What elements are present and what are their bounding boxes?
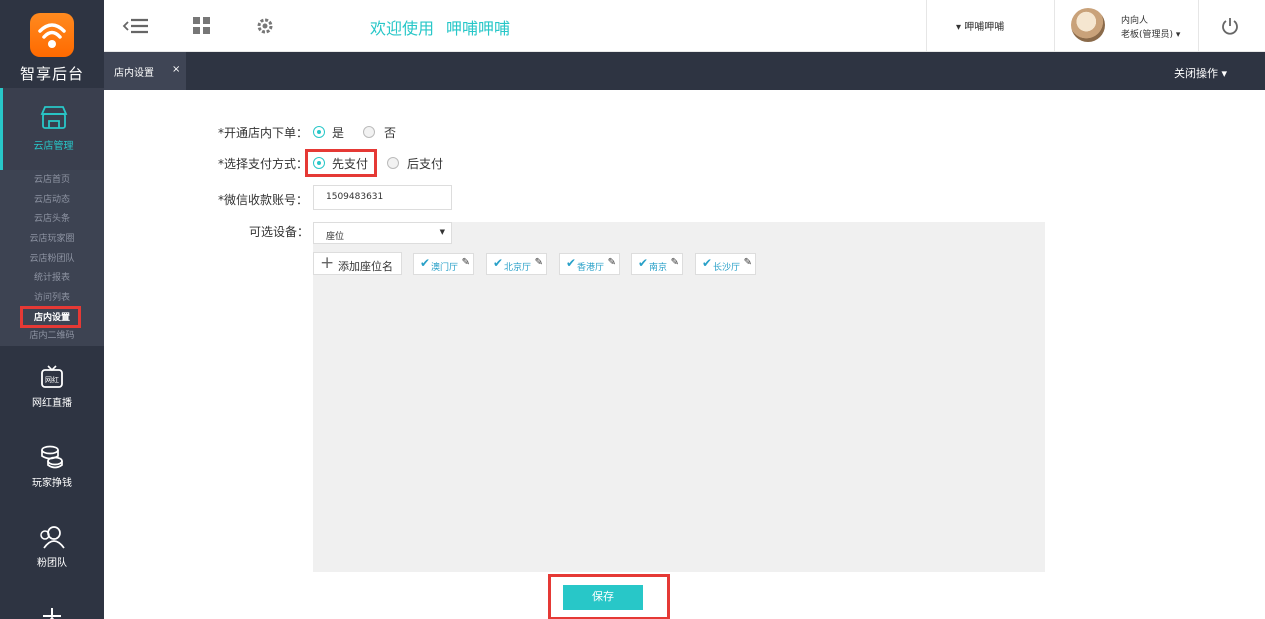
svg-text:网红: 网红	[45, 375, 59, 384]
divider	[926, 0, 927, 52]
menu-collapse-icon[interactable]	[122, 16, 150, 36]
divider	[1198, 0, 1199, 52]
tab-label: 店内设置	[114, 68, 154, 79]
pencil-icon[interactable]: ✎	[535, 257, 543, 268]
pencil-icon[interactable]: ✎	[462, 257, 470, 268]
topbar: 欢迎使用 呷哺呷哺 ▾ 呷哺呷哺 内向人 老板(管理员) ▾	[104, 0, 1265, 52]
nav-earn[interactable]: 玩家挣钱	[0, 426, 104, 506]
shop-select[interactable]: ▾ 呷哺呷哺	[956, 18, 1004, 33]
add-seat-button[interactable]: + 添加座位名	[313, 252, 402, 275]
equipment-select[interactable]: 座位 ▼	[313, 222, 452, 244]
store-icon	[40, 106, 68, 129]
order-no-text: 否	[384, 126, 397, 140]
pay-first-radio[interactable]	[313, 157, 325, 169]
welcome-text: 欢迎使用 呷哺呷哺	[370, 15, 510, 39]
tab-store-settings[interactable]: 店内设置 ×	[104, 52, 186, 90]
check-icon: ✔	[566, 256, 577, 270]
close-operations-dropdown[interactable]: 关闭操作 ▾	[1174, 65, 1227, 81]
nav-earn-label: 玩家挣钱	[32, 478, 72, 489]
order-yes-radio[interactable]	[313, 126, 325, 138]
grid-icon[interactable]	[192, 16, 212, 36]
seat-tag[interactable]: ✔ 南京 ✎	[631, 253, 683, 275]
check-icon: ✔	[702, 256, 713, 270]
wifi-logo-icon	[30, 13, 74, 57]
gear-icon[interactable]	[255, 16, 275, 36]
plus-icon: +	[320, 253, 335, 273]
sidebar: 智享后台 云店管理 云店首页 云店动态 云店头条 云店玩家圈 云店粉团队 统计报…	[0, 0, 104, 619]
equipment-select-value: 座位	[326, 232, 345, 242]
nav-more[interactable]	[0, 586, 104, 619]
nav-fans[interactable]: 粉团队	[0, 506, 104, 586]
check-icon: ✔	[493, 256, 504, 270]
avatar[interactable]	[1071, 8, 1105, 42]
user-name[interactable]: 内向人	[1121, 13, 1148, 26]
pin-icon	[43, 608, 61, 619]
order-label: *开通店内下单：	[218, 126, 309, 140]
divider	[1054, 0, 1055, 52]
caret-down-icon: ▼	[439, 228, 445, 236]
welcome-shop-name: 呷哺呷哺	[446, 19, 511, 38]
pay-first-text: 先支付	[332, 157, 369, 171]
subnav-item-qrcode[interactable]: 店内二维码	[0, 328, 104, 344]
subnav-item-visits[interactable]: 访问列表	[0, 290, 104, 306]
subnav-item-players[interactable]: 云店玩家圈	[0, 231, 104, 247]
seat-tag-label: 澳门厅	[431, 263, 459, 273]
main-content: *开通店内下单： 是 否 *选择支付方式： 先支付 后支付 *微信收款账号： 1…	[104, 90, 1265, 619]
payment-label: *选择支付方式：	[218, 157, 309, 171]
seat-tag[interactable]: ✔ 北京厅 ✎	[486, 253, 547, 275]
power-icon[interactable]	[1221, 16, 1239, 36]
nav-fans-label: 粉团队	[37, 558, 67, 569]
user-role-dropdown[interactable]: 老板(管理员) ▾	[1121, 27, 1180, 40]
seat-tag-label: 长沙厅	[713, 263, 741, 273]
seat-tag[interactable]: ✔ 香港厅 ✎	[559, 253, 620, 275]
tab-bar: 店内设置 × 关闭操作 ▾	[104, 52, 1265, 90]
nav-live[interactable]: 网红 网红直播	[0, 346, 104, 426]
seat-tag-label: 北京厅	[504, 263, 532, 273]
subnav-item-stats[interactable]: 统计报表	[0, 270, 104, 286]
subnav-item-headlines[interactable]: 云店头条	[0, 211, 104, 227]
equipment-label: 可选设备：	[249, 225, 310, 239]
logo: 智享后台	[0, 0, 104, 88]
pencil-icon[interactable]: ✎	[608, 257, 616, 268]
store-settings-highlight	[20, 306, 81, 328]
seat-tag-label: 南京	[649, 263, 668, 273]
live-tv-icon: 网红	[41, 365, 63, 388]
seat-tag[interactable]: ✔ 长沙厅 ✎	[695, 253, 756, 275]
group-icon	[40, 526, 65, 549]
logo-text: 智享后台	[19, 65, 84, 83]
save-button[interactable]: 保存	[563, 585, 643, 610]
check-icon: ✔	[420, 256, 431, 270]
pay-after-text: 后支付	[407, 157, 444, 171]
subnav-item-fans[interactable]: 云店粉团队	[0, 251, 104, 267]
seat-tag-label: 香港厅	[577, 263, 605, 273]
nav-live-label: 网红直播	[32, 398, 72, 409]
coins-icon	[41, 445, 63, 469]
add-seat-label: 添加座位名	[338, 260, 393, 273]
tab-close-icon[interactable]: ×	[172, 64, 180, 75]
nav-cloud-store[interactable]: 云店管理	[0, 88, 104, 170]
wechat-account-label: *微信收款账号：	[218, 193, 309, 207]
subnav-item-home[interactable]: 云店首页	[0, 172, 104, 188]
check-icon: ✔	[638, 256, 649, 270]
wechat-account-input[interactable]: 1509483631	[313, 185, 452, 210]
seat-tag[interactable]: ✔ 澳门厅 ✎	[413, 253, 474, 275]
pencil-icon[interactable]: ✎	[744, 257, 752, 268]
pencil-icon[interactable]: ✎	[671, 257, 679, 268]
subnav-item-news[interactable]: 云店动态	[0, 192, 104, 208]
order-no-radio[interactable]	[363, 126, 375, 138]
pay-after-radio[interactable]	[387, 157, 399, 169]
order-yes-text: 是	[332, 126, 345, 140]
nav-cloud-store-label: 云店管理	[33, 141, 74, 152]
welcome-label: 欢迎使用	[370, 19, 435, 38]
